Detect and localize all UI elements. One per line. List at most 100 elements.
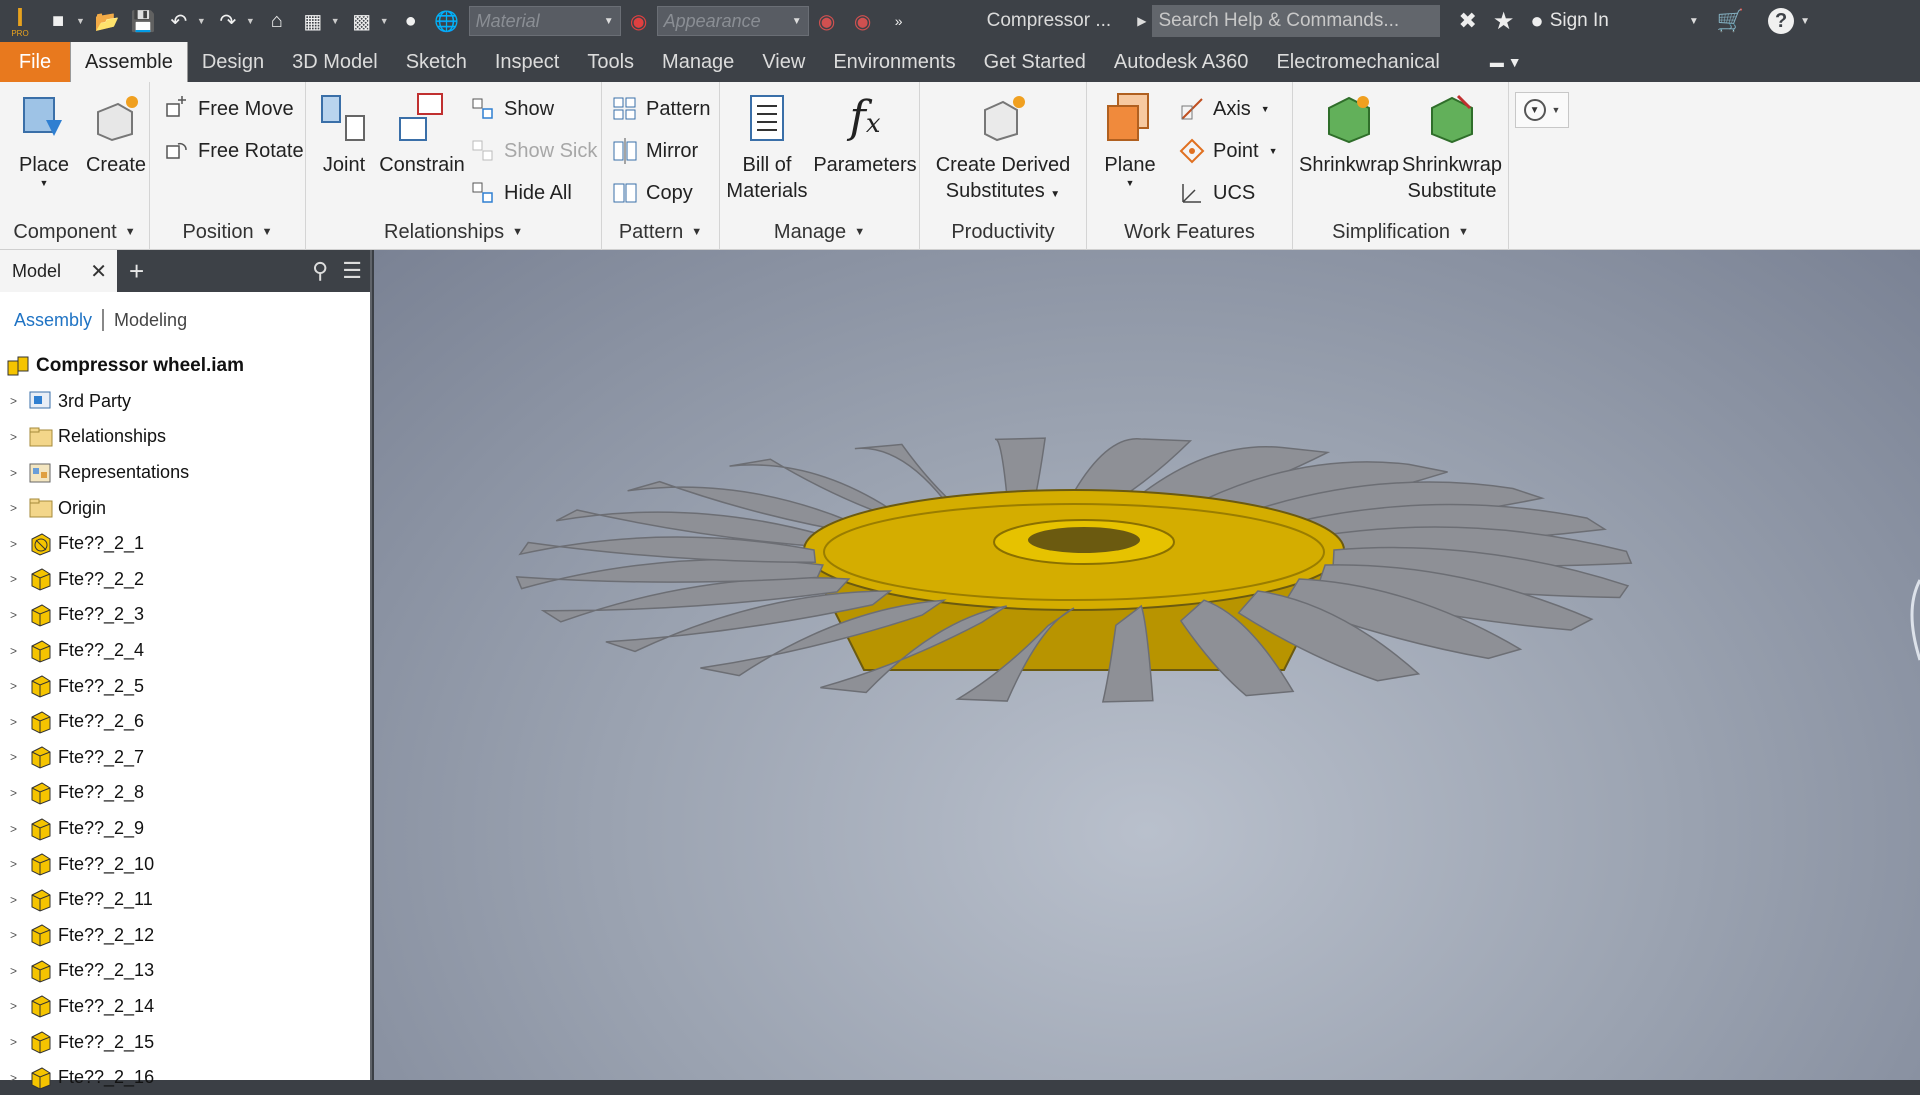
panel-relationships-title[interactable]: Relationships ▼ [306, 214, 601, 250]
assembly-link[interactable]: Assembly [14, 310, 92, 331]
cart-icon[interactable]: 🛒 [1717, 8, 1744, 34]
expand-chevron-icon[interactable]: > [10, 608, 24, 622]
panel-pattern-title[interactable]: Pattern ▼ [602, 214, 719, 250]
tree-item[interactable]: > Origin [0, 490, 370, 526]
tab-electromechanical[interactable]: Electromechanical [1262, 42, 1453, 82]
undo-icon[interactable]: ↶ [165, 7, 193, 35]
tree-item[interactable]: > Fte??_2_12 [0, 918, 370, 954]
tree-item[interactable]: > Fte??_2_8 [0, 775, 370, 811]
expand-chevron-icon[interactable]: > [10, 501, 24, 515]
tree-item[interactable]: > Representations [0, 455, 370, 491]
place-button[interactable]: Place ▼ [12, 90, 76, 188]
derived-dropdown-icon[interactable]: ▼ [1050, 189, 1060, 200]
tree-item[interactable]: >3rd Party [0, 384, 370, 420]
plane-dropdown-icon[interactable]: ▼ [1126, 178, 1135, 188]
free-rotate-button[interactable]: Free Rotate [164, 134, 304, 168]
panel-simplification-title[interactable]: Simplification ▼ [1293, 214, 1508, 250]
more-tools-icon[interactable]: » [885, 7, 913, 35]
tree-item[interactable]: > Fte??_2_13 [0, 953, 370, 989]
tab-manage[interactable]: Manage [648, 42, 748, 82]
hide-all-button[interactable]: Hide All [470, 176, 572, 210]
user-icon[interactable]: ● [1530, 8, 1543, 34]
expand-chevron-icon[interactable]: > [10, 394, 24, 408]
search-icon[interactable]: ⚲ [312, 258, 328, 284]
graphics-viewport[interactable] [374, 250, 1920, 1080]
tree-item[interactable]: > Fte??_2_10 [0, 846, 370, 882]
expand-chevron-icon[interactable]: > [10, 572, 24, 586]
tree-item[interactable]: > Fte??_2_6 [0, 704, 370, 740]
sign-in-dropdown-icon[interactable]: ▼ [1689, 16, 1699, 27]
expand-chevron-icon[interactable]: > [10, 964, 24, 978]
shrinkwrap-button[interactable]: Shrinkwrap [1299, 90, 1399, 178]
mirror-button[interactable]: Mirror [612, 134, 698, 168]
tree-item[interactable]: > Fte??_2_14 [0, 989, 370, 1025]
tree-item[interactable]: > Fte??_2_5 [0, 668, 370, 704]
ribbon-display-toggle-icon[interactable]: ▬ ▼ [1490, 42, 1522, 82]
sign-in-link[interactable]: Sign In [1550, 10, 1609, 32]
compressor-wheel-model[interactable] [374, 250, 1920, 1080]
copy-button[interactable]: Copy [612, 176, 693, 210]
place-dropdown-icon[interactable]: ▼ [40, 178, 49, 188]
tab-file[interactable]: File [0, 42, 70, 82]
new-dropdown-icon[interactable]: ▼ [76, 16, 85, 26]
tab-sketch[interactable]: Sketch [392, 42, 481, 82]
tree-item[interactable]: > Fte??_2_4 [0, 633, 370, 669]
material-combo[interactable]: Material ▼ [468, 6, 621, 36]
viewcube-edge[interactable] [1910, 579, 1920, 661]
constrain-button[interactable]: Constrain [379, 90, 465, 178]
app-logo[interactable]: I PRO [0, 0, 40, 42]
close-icon[interactable]: ✕ [90, 259, 107, 284]
parameters-button[interactable]: fx Parameters [813, 90, 916, 178]
expand-chevron-icon[interactable]: > [10, 466, 24, 480]
expand-chevron-icon[interactable]: > [10, 786, 24, 800]
tree-item[interactable]: > Relationships [0, 419, 370, 455]
tree-item[interactable]: > Fte??_2_2 [0, 562, 370, 598]
tree-item[interactable]: > Fte??_2_16 [0, 1060, 370, 1095]
help-dropdown-icon[interactable]: ▼ [1800, 16, 1810, 27]
title-arrow-icon[interactable]: ▶ [1137, 14, 1146, 28]
clear-appearance-icon[interactable]: ◉ [849, 7, 877, 35]
appearance-sphere-icon[interactable]: ◉ [625, 7, 653, 35]
binoculars-icon[interactable]: ✖ [1458, 8, 1476, 34]
adjust-appearance-icon[interactable]: ◉ [813, 7, 841, 35]
point-button[interactable]: Point ▼ [1179, 134, 1278, 168]
tab-tools[interactable]: Tools [573, 42, 648, 82]
joint-button[interactable]: Joint [314, 90, 374, 178]
home-icon[interactable]: ⌂ [263, 7, 291, 35]
pattern-button[interactable]: Pattern [612, 92, 710, 126]
tree-item[interactable]: > Fte??_2_1 [0, 526, 370, 562]
expand-chevron-icon[interactable]: > [10, 679, 24, 693]
tab-environments[interactable]: Environments [819, 42, 969, 82]
new-file-icon[interactable]: ■ [44, 7, 72, 35]
undo-dropdown-icon[interactable]: ▼ [197, 16, 206, 26]
tab-autodesk-a360[interactable]: Autodesk A360 [1100, 42, 1263, 82]
material-globe-icon[interactable]: 🌐 [433, 7, 461, 35]
tree-item[interactable]: > Fte??_2_3 [0, 597, 370, 633]
expand-chevron-icon[interactable]: > [10, 1035, 24, 1049]
expand-chevron-icon[interactable]: > [10, 893, 24, 907]
update-dropdown-icon[interactable]: ▼ [331, 16, 340, 26]
tree-root[interactable]: Compressor wheel.iam [0, 348, 370, 384]
tree-item[interactable]: > Fte??_2_15 [0, 1024, 370, 1060]
expand-chevron-icon[interactable]: > [10, 715, 24, 729]
expand-chevron-icon[interactable]: > [10, 822, 24, 836]
panel-component-title[interactable]: Component ▼ [0, 214, 149, 250]
tree-item[interactable]: > Fte??_2_11 [0, 882, 370, 918]
save-icon[interactable]: 💾 [129, 7, 157, 35]
expand-chevron-icon[interactable]: > [10, 928, 24, 942]
search-input[interactable]: Search Help & Commands... [1152, 5, 1441, 37]
axis-button[interactable]: Axis ▼ [1179, 92, 1270, 126]
tab-assemble[interactable]: Assemble [70, 42, 188, 82]
redo-icon[interactable]: ↷ [214, 7, 242, 35]
help-icon[interactable]: ? [1768, 8, 1795, 34]
select-dropdown-icon[interactable]: ▼ [380, 16, 389, 26]
create-derived-substitutes-button[interactable]: Create Derived Substitutes ▼ [928, 90, 1078, 208]
modeling-link[interactable]: Modeling [114, 310, 187, 331]
free-move-button[interactable]: Free Move [164, 92, 294, 126]
shrinkwrap-substitute-button[interactable]: Shrinkwrap Substitute [1401, 90, 1503, 204]
ucs-button[interactable]: UCS [1179, 176, 1255, 210]
expand-chevron-icon[interactable]: > [10, 857, 24, 871]
ribbon-customize-button[interactable]: ▼ ▼ [1515, 92, 1569, 128]
menu-icon[interactable]: ☰ [342, 258, 362, 284]
plane-button[interactable]: Plane ▼ [1097, 90, 1163, 188]
